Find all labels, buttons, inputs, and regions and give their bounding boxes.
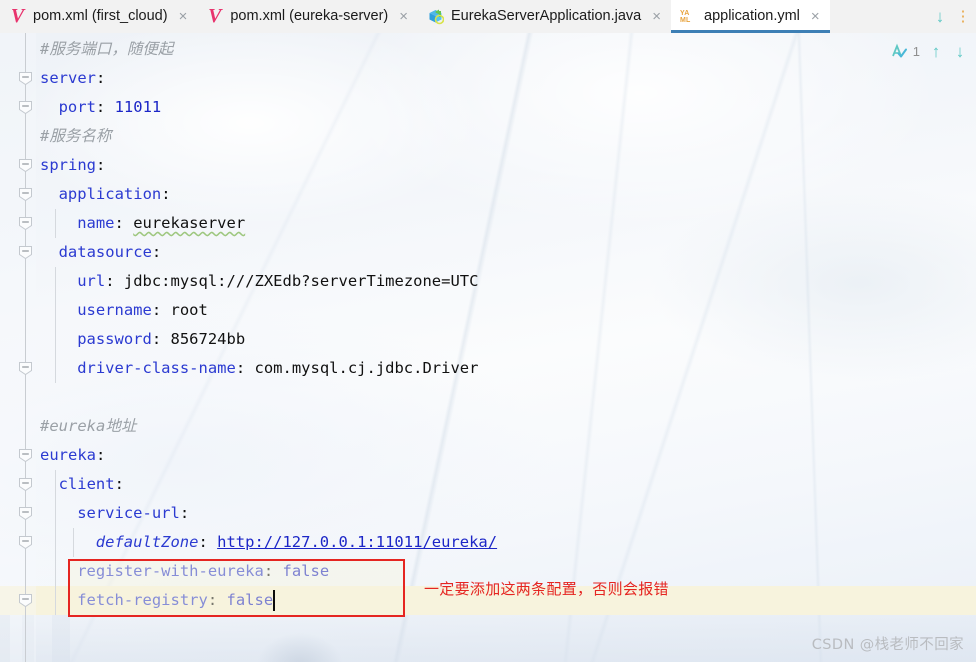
code-line: #服务端口，随便起 [40, 40, 174, 58]
code-line: name: eurekaserver [77, 214, 246, 232]
code-line: driver-class-name: com.mysql.cj.jdbc.Dri… [77, 359, 479, 377]
tab-label: EurekaServerApplication.java [451, 8, 642, 25]
close-icon[interactable]: × [809, 9, 822, 24]
close-icon[interactable]: × [650, 9, 663, 24]
code-line: application: [58, 185, 171, 203]
maven-icon: V [10, 4, 25, 27]
code-line: service-url: [77, 504, 190, 522]
code-line: username: root [77, 301, 208, 319]
tab-pom-xml-first-cloud[interactable]: V pom.xml (first_cloud) × [0, 0, 197, 33]
idea-editor-window: V pom.xml (first_cloud) × V pom.xml (eur… [0, 0, 976, 662]
code-line: spring: [40, 156, 106, 174]
code-line: #eureka地址 [40, 417, 137, 435]
spring-class-icon [427, 8, 445, 26]
tab-label: pom.xml (first_cloud) [33, 8, 168, 25]
tab-label: application.yml [704, 8, 800, 25]
text-caret [272, 590, 275, 611]
tab-eureka-server-application-java[interactable]: EurekaServerApplication.java × [418, 0, 671, 33]
code-line: #服务名称 [40, 127, 112, 145]
code-editor[interactable]: #服务端口，随便起 server: port: 11011 #服务名称 spring: a… [0, 33, 976, 662]
csdn-watermark: CSDN @栈老师不回家 [811, 637, 964, 653]
annotation-text: 一定要添加这两条配置，否则会报错 [424, 580, 669, 598]
close-icon[interactable]: × [177, 9, 190, 24]
tab-application-yml[interactable]: YA ML application.yml × [671, 0, 830, 33]
code-line: datasource: [58, 243, 162, 261]
overflow-menu-icon[interactable]: ⋮ [956, 4, 971, 30]
editor-tab-bar: V pom.xml (first_cloud) × V pom.xml (eur… [0, 0, 976, 33]
code-line: client: [58, 475, 124, 493]
inspection-check-icon[interactable] [891, 43, 909, 59]
tab-bar-actions: ↓ ⋮ [928, 0, 976, 33]
maven-icon: V [208, 4, 222, 27]
previous-problem-icon[interactable]: ↑ [928, 43, 944, 60]
code-line: defaultZone: http://127.0.0.1:11011/eure… [95, 533, 498, 551]
code-line: eureka: [40, 446, 106, 464]
inspection-count: 1 [912, 43, 920, 59]
code-line: server: [40, 69, 106, 87]
yaml-icon: YA ML [680, 9, 691, 25]
scroll-down-icon[interactable]: ↓ [928, 4, 952, 30]
code-line: port: 11011 [58, 98, 162, 116]
annotation-box [68, 559, 405, 617]
close-icon[interactable]: × [397, 9, 410, 24]
code-line: url: jdbc:mysql:///ZXEdb?serverTimezone=… [77, 272, 479, 290]
tab-pom-xml-eureka-server[interactable]: V pom.xml (eureka-server) × [197, 0, 418, 33]
code-line: password: 856724bb [77, 330, 246, 348]
tab-label: pom.xml (eureka-server) [230, 8, 389, 25]
next-problem-icon[interactable]: ↓ [952, 43, 968, 60]
inspection-widget[interactable]: 1 ↑ ↓ [891, 39, 968, 63]
